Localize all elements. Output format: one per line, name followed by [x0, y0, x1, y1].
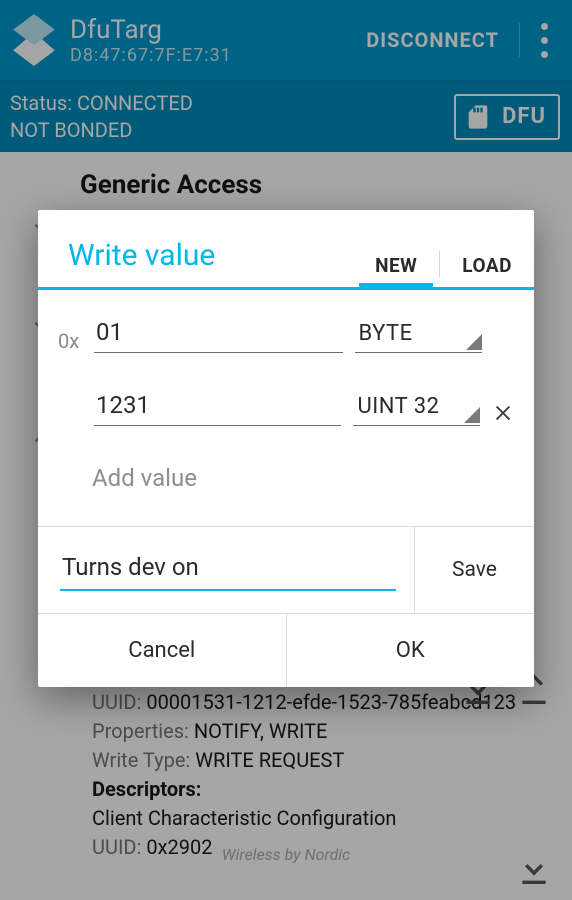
save-button[interactable]: Save [414, 527, 534, 613]
dropdown-icon [466, 334, 482, 350]
tab-load[interactable]: LOAD [440, 240, 534, 287]
add-value-button[interactable]: Add value [58, 460, 514, 516]
type-select[interactable]: BYTE [355, 317, 482, 353]
value-input[interactable] [94, 314, 343, 353]
value-row: 0x BYTE [58, 314, 514, 353]
type-selected: UINT 32 [357, 394, 439, 419]
value-input[interactable] [94, 387, 341, 426]
type-selected: BYTE [359, 321, 413, 346]
cancel-button[interactable]: Cancel [38, 614, 286, 687]
dropdown-icon [464, 407, 480, 423]
tab-new[interactable]: NEW [353, 240, 439, 287]
type-select[interactable]: UINT 32 [353, 390, 480, 426]
hex-prefix: 0x [58, 329, 82, 353]
value-row: UINT 32 [58, 387, 514, 426]
dialog-title: Write value [38, 232, 353, 287]
ok-button[interactable]: OK [286, 614, 535, 687]
write-value-dialog: Write value NEW LOAD 0x BYTE UINT 32 [38, 210, 534, 687]
name-input[interactable] [60, 551, 396, 591]
remove-row-button[interactable] [492, 400, 514, 426]
